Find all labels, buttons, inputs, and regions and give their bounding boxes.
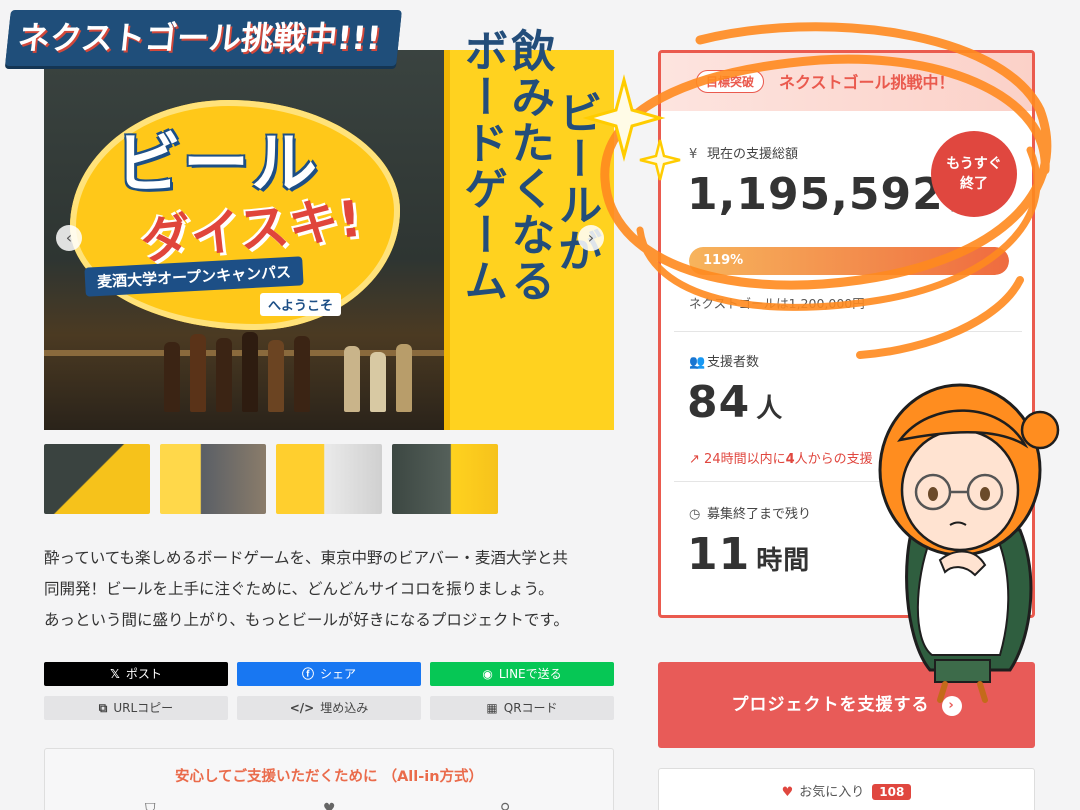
hero-vertical-line-2: 飲みたくなる [503, 28, 555, 304]
chevron-right-icon: › [941, 696, 962, 716]
thumbnail-1[interactable] [44, 444, 150, 514]
x-post-button[interactable]: 𝕏 ポスト [44, 662, 228, 686]
progress-percent: 119% [703, 253, 744, 268]
description-line: あっという間に盛り上がり、もっとビールが好きになるプロジェクトです。 [44, 611, 569, 629]
next-goal-heading: ネクストゴール挑戦中！ [779, 73, 955, 92]
trend-up-icon: ↗ [689, 452, 700, 467]
shield-icon: ⛉ [145, 801, 156, 810]
next-goal-amount: ネクストゴールは1,200,000円 [689, 296, 865, 311]
funding-status-panel: 目標突破 ネクストゴール挑戦中！ ¥現在の支援総額 1,195,592円 もうす… [658, 50, 1035, 618]
qr-icon: ▦ [486, 701, 498, 715]
qr-code-button[interactable]: ▦ QRコード [430, 696, 614, 720]
search-icon: ⚲ [500, 801, 511, 810]
next-image-button[interactable]: › [578, 225, 604, 251]
share-buttons: 𝕏 ポスト ⓕ シェア ◉ LINEで送る [44, 662, 614, 686]
challenge-banner: ネクストゴール挑戦中!!! [5, 10, 402, 66]
time-remaining: 11 時間 [687, 529, 811, 580]
utility-buttons: ⧉ URLコピー </> 埋め込み ▦ QRコード [44, 696, 614, 720]
project-description: 酔っていても楽しめるボードゲームを、東京中野のビアバー・麦酒大学と共 同開発！ビ… [44, 543, 614, 636]
yen-icon: ¥ [689, 147, 698, 162]
thumbnail-2[interactable] [160, 444, 266, 514]
thumbnail-4[interactable] [392, 444, 498, 514]
divider [674, 481, 1022, 482]
thumbnail-strip [44, 444, 614, 514]
total-amount-label: ¥ 現在の支援総額 [689, 147, 799, 162]
clock-icon: ◷ [689, 507, 701, 522]
url-copy-button[interactable]: ⧉ URLコピー [44, 696, 228, 720]
divider [674, 331, 1022, 332]
funding-progress-bar: 119% [689, 247, 1009, 275]
supporters-label: 👥 支援者数 [689, 355, 760, 370]
favorite-button[interactable]: ♥ お気に入り 108 [658, 768, 1035, 810]
heart-icon: ♥ [781, 785, 794, 800]
description-line: 同開発！ビールを上手に注ぐために、どんどんサイコロを振りましょう。 [44, 580, 554, 598]
people-icon: 👥 [689, 355, 706, 370]
supporters-count: 84 人 [687, 377, 784, 428]
facebook-share-button[interactable]: ⓕ シェア [237, 662, 421, 686]
line-icon: ◉ [482, 667, 493, 681]
line-share-button[interactable]: ◉ LINEで送る [430, 662, 614, 686]
goal-achieved-badge: 目標突破 [696, 70, 765, 93]
copy-icon: ⧉ [98, 701, 108, 715]
x-logo-icon: 𝕏 [110, 667, 120, 681]
time-remaining-label: ◷ 募集終了まで残り [689, 507, 812, 522]
code-icon: </> [289, 701, 315, 715]
logo-ribbon-secondary: へようこそ [260, 293, 342, 316]
prev-image-button[interactable]: ‹ [56, 225, 82, 251]
description-line: 酔っていても楽しめるボードゲームを、東京中野のビアバー・麦酒大学と共 [44, 549, 568, 567]
assurance-section: 安心してご支援いただくために （All-in方式） ⛉ ♥ ⚲ [44, 748, 614, 810]
thumbnail-3[interactable] [276, 444, 382, 514]
facebook-icon: ⓕ [301, 667, 314, 681]
ending-soon-badge: もうすぐ 終了 [931, 131, 1017, 217]
embed-button[interactable]: </> 埋め込み [237, 696, 421, 720]
favorite-count: 108 [872, 784, 912, 800]
hero-vertical-line-3: ボードゲーム [456, 28, 508, 304]
heart-icon: ♥ [323, 801, 336, 810]
recent-supporters-trend: ↗ 24時間以内に4人からの支援 [689, 452, 873, 467]
support-project-button[interactable]: プロジェクトを支援する › [658, 662, 1035, 748]
assurance-title: 安心してご支援いただくために （All-in方式） [174, 769, 484, 785]
goal-header: 目標突破 ネクストゴール挑戦中！ [661, 53, 1032, 111]
